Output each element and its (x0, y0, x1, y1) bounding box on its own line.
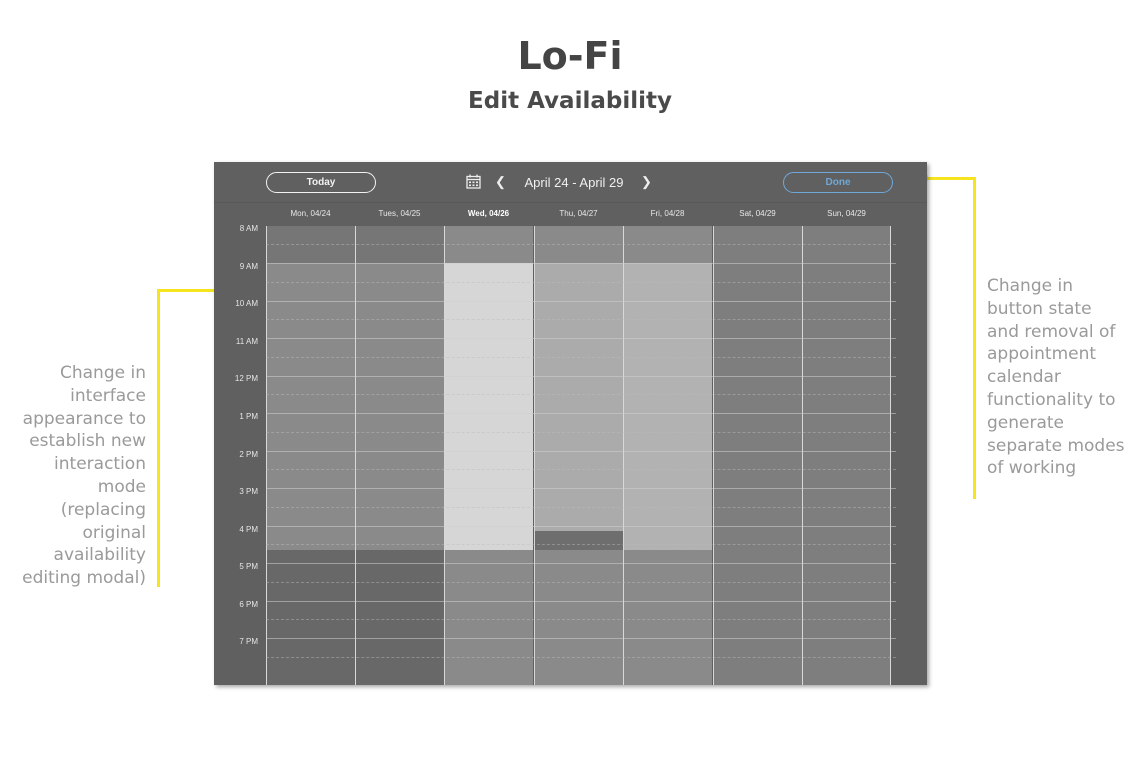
time-label: 9 AM (239, 262, 258, 271)
time-label: 4 PM (239, 525, 258, 534)
time-label: 1 PM (239, 412, 258, 421)
grid-line (266, 338, 896, 339)
day-column-wed[interactable] (444, 226, 533, 685)
grid-line (266, 526, 896, 527)
header-divider (214, 202, 927, 203)
time-label: 12 PM (234, 374, 258, 383)
day-header-thu: Thu, 04/27 (559, 209, 598, 218)
grid-half-line (266, 619, 896, 620)
grid-line (266, 376, 896, 377)
day-header-fri: Fri, 04/28 (650, 209, 685, 218)
grid-line (266, 638, 896, 639)
calendar-icon[interactable] (466, 174, 481, 189)
grid-half-line (266, 244, 896, 245)
grid-line (266, 451, 896, 452)
grid-half-line (266, 657, 896, 658)
page-title: Lo-Fi (517, 34, 623, 78)
time-label: 3 PM (239, 487, 258, 496)
day-header-mon: Mon, 04/24 (290, 209, 331, 218)
right-callout-vertical (973, 177, 976, 499)
done-button[interactable]: Done (783, 172, 893, 193)
grid-half-line (266, 432, 896, 433)
time-label: 10 AM (235, 299, 258, 308)
day-header-tue: Tues, 04/25 (378, 209, 421, 218)
day-header-sun: Sun, 04/29 (827, 209, 866, 218)
time-label: 8 AM (239, 224, 258, 233)
left-annotation: Change in interface appearance to establ… (22, 363, 146, 589)
grid-half-line (266, 582, 896, 583)
grid-half-line (266, 507, 896, 508)
date-range-label: April 24 - April 29 (524, 175, 624, 190)
time-label: 11 AM (235, 337, 258, 346)
grid-half-line (266, 319, 896, 320)
unavailable-block (535, 531, 623, 550)
chevron-right-icon[interactable]: ❯ (641, 174, 652, 190)
right-callout-horizontal (922, 177, 976, 180)
grid-half-line (266, 544, 896, 545)
day-header-sat: Sat, 04/29 (739, 209, 776, 218)
grid-line (266, 413, 896, 414)
grid-half-line (266, 282, 896, 283)
left-callout-vertical (157, 289, 160, 587)
right-annotation: Change in button state and removal of ap… (987, 276, 1125, 479)
day-column-sun[interactable] (802, 226, 891, 685)
grid-line (266, 263, 896, 264)
today-button[interactable]: Today (266, 172, 376, 193)
grid-line (266, 488, 896, 489)
unavailable-block (267, 550, 355, 685)
calendar-app: Today ❮ April 24 - April 29 ❯ Done Mon, … (214, 162, 927, 685)
time-label: 7 PM (239, 637, 258, 646)
time-label: 5 PM (239, 562, 258, 571)
grid-line (266, 301, 896, 302)
grid-line (266, 601, 896, 602)
availability-block[interactable] (535, 263, 623, 531)
grid-half-line (266, 394, 896, 395)
unavailable-block (356, 550, 444, 685)
time-label: 6 PM (239, 600, 258, 609)
day-column-tue[interactable] (355, 226, 444, 685)
page-subtitle: Edit Availability (468, 88, 672, 114)
grid-half-line (266, 469, 896, 470)
day-column-fri[interactable] (623, 226, 712, 685)
day-column-thu[interactable] (534, 226, 623, 685)
chevron-left-icon[interactable]: ❮ (495, 174, 506, 190)
grid-half-line (266, 357, 896, 358)
day-column-mon[interactable] (266, 226, 355, 685)
day-column-sat[interactable] (713, 226, 802, 685)
day-header-wed: Wed, 04/26 (467, 209, 510, 218)
time-label: 2 PM (239, 450, 258, 459)
grid-line (266, 563, 896, 564)
